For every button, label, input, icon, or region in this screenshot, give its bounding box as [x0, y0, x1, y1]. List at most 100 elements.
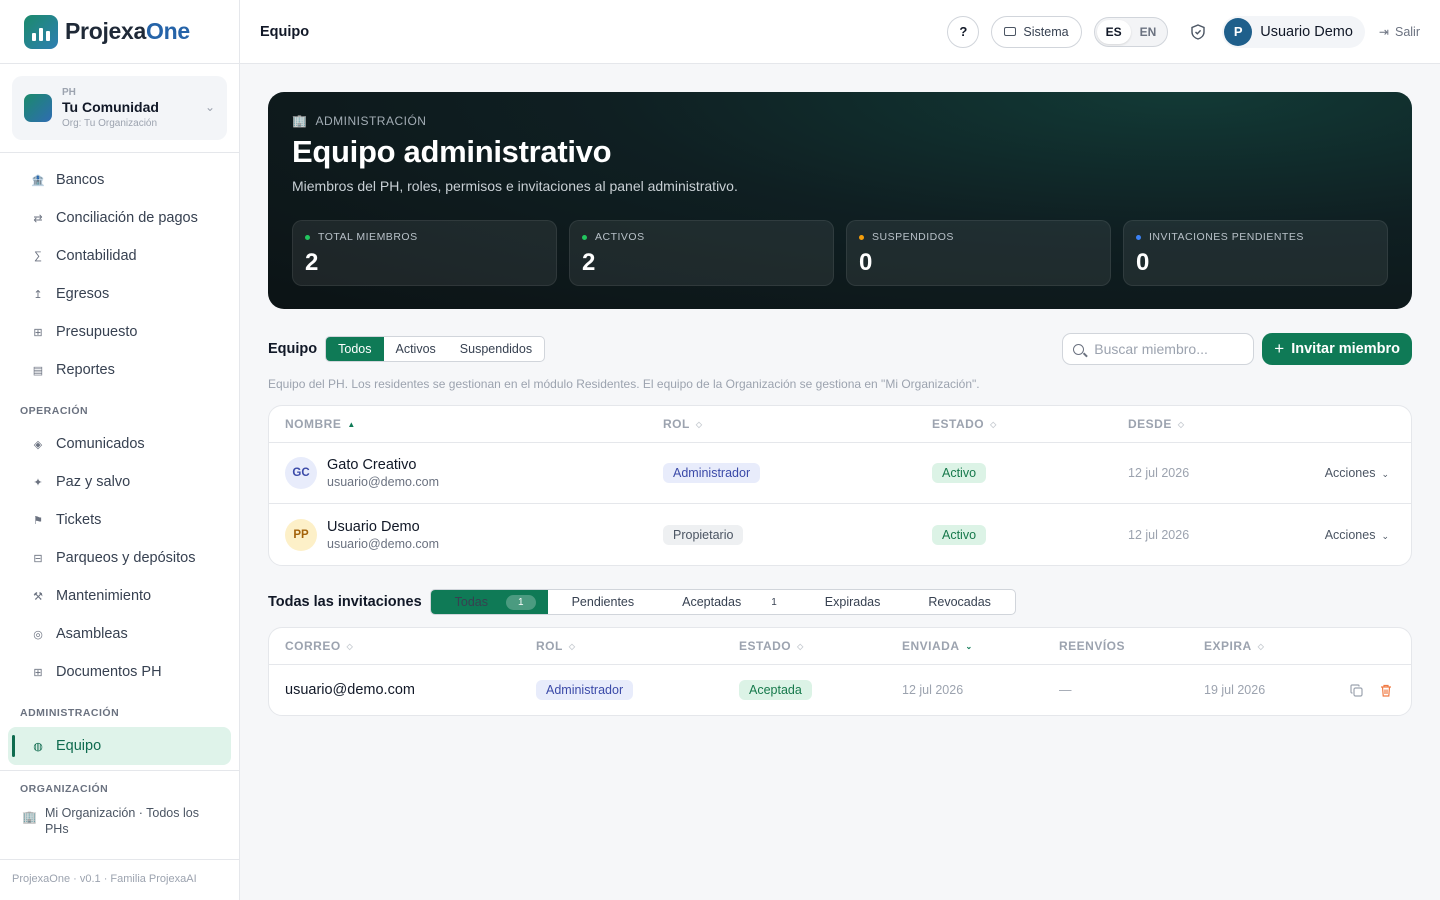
sidebar-item-tickets[interactable]: ⚑ Tickets [8, 501, 231, 539]
sidebar-item-label: Asambleas [56, 626, 128, 642]
brand-name: ProjexaOne [65, 18, 190, 45]
stat-label: ACTIVOS [595, 231, 645, 243]
sidebar-item-mantenimiento[interactable]: ⚒ Mantenimiento [8, 577, 231, 615]
status-dot-icon [859, 234, 864, 240]
stat-activos: ACTIVOS 2 [569, 220, 834, 286]
theme-label: Sistema [1023, 24, 1069, 39]
filter-activos[interactable]: Activos [384, 337, 448, 361]
actions-menu-button[interactable]: Acciones ⌄ [1325, 466, 1389, 480]
search-icon [1073, 343, 1085, 355]
col-estado[interactable]: ESTADO ◇ [739, 639, 804, 653]
team-icon: ◍ [33, 740, 43, 753]
filter-pendientes[interactable]: Pendientes [548, 590, 659, 614]
invite-member-button[interactable]: + Invitar miembro [1262, 333, 1412, 365]
sidebar-item-presupuesto[interactable]: ⊞ Presupuesto [8, 313, 231, 351]
stat-invitaciones-pendientes: INVITACIONES PENDIENTES 0 [1123, 220, 1388, 286]
lang-es-button[interactable]: ES [1096, 19, 1131, 44]
tools-icon: ⚒ [33, 590, 43, 603]
sidebar-item-contabilidad[interactable]: ∑ Contabilidad [8, 237, 231, 275]
hero-kicker: 🏢 ADMINISTRACIÓN [292, 114, 1388, 128]
filter-revocadas[interactable]: Revocadas [904, 590, 1015, 614]
sidebar-item-conciliacion[interactable]: ⇄ Conciliación de pagos [8, 199, 231, 237]
grid-icon: ⊞ [33, 326, 43, 339]
sidebar-item-label: Equipo [56, 738, 102, 754]
logout-button[interactable]: ⇥ Salir [1379, 25, 1420, 39]
col-rol[interactable]: ROL ◇ [536, 639, 576, 653]
stat-suspendidos: SUSPENDIDOS 0 [846, 220, 1111, 286]
brand-logo[interactable]: ProjexaOne [0, 0, 239, 64]
org-selector[interactable]: PH Tu Comunidad Org: Tu Organización ⌄ [12, 76, 227, 140]
search-input[interactable] [1094, 341, 1235, 357]
actions-menu-button[interactable]: Acciones ⌄ [1325, 528, 1389, 542]
sidebar-item-asambleas[interactable]: ◎ Asambleas [8, 615, 231, 653]
resend-count: — [1059, 683, 1072, 697]
col-correo[interactable]: CORREO ◇ [285, 639, 353, 653]
org-kind: PH [62, 87, 76, 98]
table-row: GC Gato Creativo usuario@demo.com Administ… [269, 443, 1411, 504]
invitations-toolbar: Todas las invitaciones Todas 1 Pendientes… [268, 587, 1412, 617]
col-estado[interactable]: ESTADO ◇ [932, 417, 997, 431]
filter-aceptadas[interactable]: Aceptadas 1 [658, 590, 801, 614]
table-header: NOMBRE ▲ ROL ◇ ESTADO ◇ DESDE ◇ [269, 406, 1411, 443]
role-badge: Administrador [663, 463, 761, 483]
filter-label: Pendientes [571, 595, 635, 609]
col-nombre[interactable]: NOMBRE ▲ [285, 417, 356, 431]
role-badge: Administrador [536, 680, 634, 700]
col-desde[interactable]: DESDE ◇ [1128, 417, 1185, 431]
role-badge: Propietario [663, 524, 744, 545]
sidebar-item-label: Contabilidad [56, 248, 137, 264]
lang-en-button[interactable]: EN [1131, 20, 1166, 44]
brand-name-b: One [146, 18, 190, 44]
member-search [1062, 333, 1255, 365]
filter-todos[interactable]: Todos [326, 337, 384, 361]
filter-suspendidos[interactable]: Suspendidos [448, 337, 544, 361]
sidebar-nav: 🏦 Bancos ⇄ Conciliación de pagos ∑ Contabil… [0, 153, 239, 773]
column-label: REENVÍOS [1059, 639, 1126, 653]
sidebar-item-label: Documentos PH [56, 664, 162, 680]
trash-icon[interactable] [1376, 680, 1396, 700]
status-badge: Activo [932, 524, 987, 545]
stat-value: 0 [859, 249, 873, 276]
sidebar-item-documentos[interactable]: ⊞ Documentos PH [8, 653, 231, 691]
sidebar-item-egresos[interactable]: ↥ Egresos [8, 275, 231, 313]
invitations-table: CORREO ◇ ROL ◇ ESTADO ◇ ENVIADA ⌄ REENVÍOS E… [268, 627, 1412, 716]
sidebar-item-paz-y-salvo[interactable]: ✦ Paz y salvo [8, 463, 231, 501]
shield-icon[interactable] [1188, 22, 1208, 42]
org-section: ORGANIZACIÓN 🏢 Mi Organización · Todos lo… [0, 770, 239, 837]
sidebar-item-parqueos[interactable]: ⊟ Parqueos y depósitos [8, 539, 231, 577]
my-organization-link[interactable]: 🏢 Mi Organización · Todos los PHs [0, 801, 239, 837]
copy-icon[interactable] [1346, 680, 1366, 700]
filter-expiradas[interactable]: Expiradas [801, 590, 905, 614]
org-name: Tu Comunidad [62, 99, 159, 115]
status-dot-icon [305, 234, 310, 240]
count-badge: 1 [506, 594, 536, 610]
building-icon: 🏢 [292, 114, 308, 128]
flag-icon: ⚑ [33, 514, 43, 527]
filter-label: Expiradas [824, 595, 881, 609]
stat-value: 2 [582, 249, 596, 276]
column-label: CORREO [285, 639, 341, 653]
sidebar-item-equipo[interactable]: ◍ Equipo [8, 727, 231, 765]
sidebar-item-bancos[interactable]: 🏦 Bancos [8, 161, 231, 199]
col-expira[interactable]: EXPIRA ◇ [1204, 639, 1264, 653]
user-menu[interactable]: P Usuario Demo [1222, 15, 1365, 48]
team-title: Equipo [268, 341, 318, 357]
column-label: ROL [536, 639, 563, 653]
col-enviada[interactable]: ENVIADA ⌄ [902, 639, 973, 653]
logout-icon: ⇥ [1378, 24, 1389, 39]
sidebar-item-label: Paz y salvo [56, 474, 131, 490]
hero-subtitle: Miembros del PH, roles, permisos e invit… [292, 178, 738, 194]
invitation-email: usuario@demo.com [285, 682, 415, 698]
sidebar: ProjexaOne PH Tu Comunidad Org: Tu Organ… [0, 0, 240, 900]
help-button[interactable]: ? [947, 15, 980, 48]
col-rol[interactable]: ROL ◇ [663, 417, 703, 431]
filter-todas[interactable]: Todas 1 [430, 590, 548, 614]
swap-icon: ⇄ [33, 212, 43, 225]
sidebar-item-reportes[interactable]: ▤ Reportes [8, 351, 231, 389]
column-label: EXPIRA [1204, 639, 1252, 653]
theme-system-button[interactable]: Sistema [991, 15, 1082, 48]
chevron-down-icon: ⌄ [1381, 530, 1389, 541]
member-email: usuario@demo.com [327, 475, 440, 489]
sort-icon: ◇ [346, 641, 354, 651]
sidebar-item-comunicados[interactable]: ◈ Comunicados [8, 425, 231, 463]
